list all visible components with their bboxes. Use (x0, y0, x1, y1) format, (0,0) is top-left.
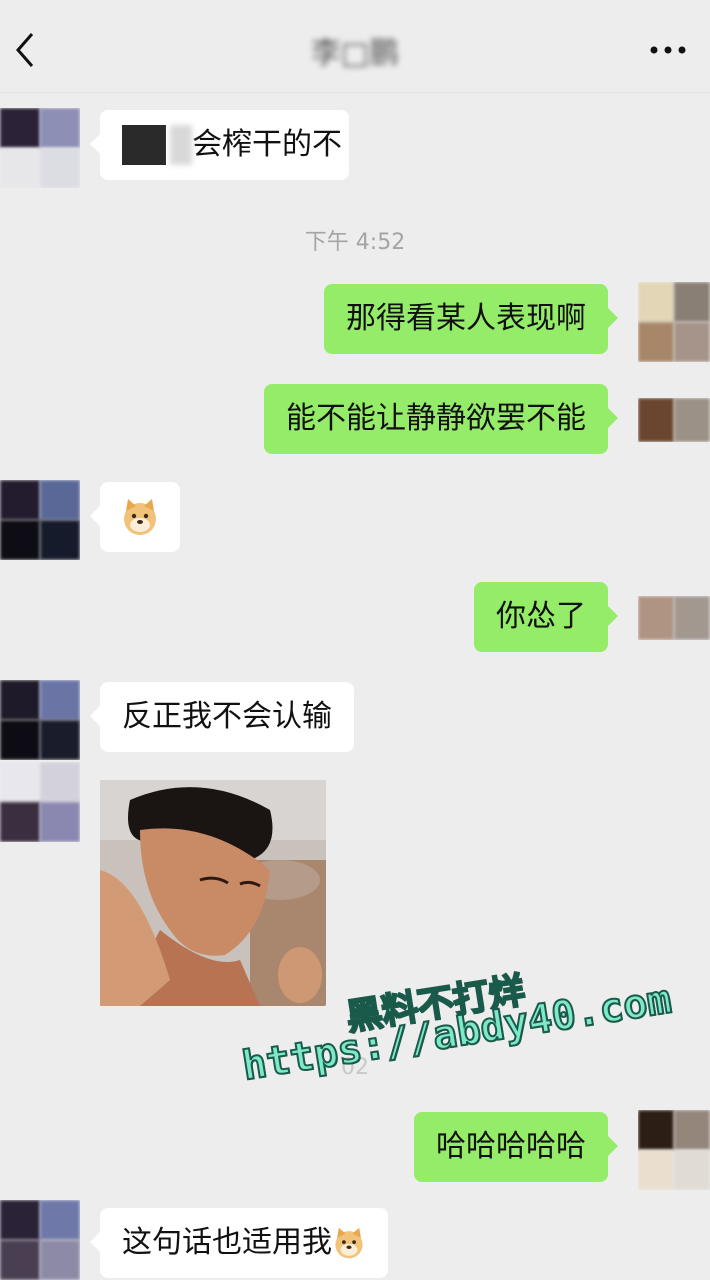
image-message[interactable] (100, 780, 326, 1006)
contact-avatar[interactable] (0, 680, 80, 760)
message-row: 反正我不会认输 (0, 680, 710, 760)
censored-area (122, 125, 166, 165)
message-text: 会榨干的不 (192, 127, 342, 162)
chat-header: 李□鹏 (0, 0, 710, 93)
doge-icon (124, 499, 156, 535)
chat-title: 李□鹏 (310, 36, 400, 71)
doge-icon (335, 1227, 363, 1259)
contact-avatar[interactable] (0, 480, 80, 560)
more-button[interactable] (648, 30, 688, 70)
timestamp: 下午 4:52 (304, 230, 406, 255)
my-avatar[interactable] (638, 596, 710, 640)
contact-avatar[interactable] (0, 108, 80, 188)
message-bubble[interactable]: 那得看某人表现啊 (324, 284, 618, 354)
message-bubble[interactable]: 反正我不会认输 (90, 682, 354, 752)
message-text: 反正我不会认输 (122, 699, 332, 734)
message-bubble[interactable]: 这句话也适用我 (90, 1208, 388, 1278)
contact-avatar[interactable] (0, 762, 80, 842)
message-bubble[interactable]: 能不能让静静欲罢不能 (264, 384, 618, 454)
message-bubble[interactable]: 哈哈哈哈哈 (414, 1112, 618, 1182)
photo-young-man (100, 780, 326, 1006)
message-text: 那得看某人表现啊 (346, 301, 586, 336)
message-text: 你怂了 (496, 599, 586, 634)
my-avatar[interactable] (638, 282, 710, 362)
message-text: 哈哈哈哈哈 (436, 1129, 586, 1164)
my-avatar[interactable] (638, 398, 710, 442)
message-bubble[interactable] (90, 482, 180, 552)
message-text: 能不能让静静欲罢不能 (286, 401, 586, 436)
message-row: 那得看某人表现啊 (0, 282, 710, 362)
message-bubble[interactable]: 你怂了 (474, 582, 618, 652)
message-row: 你怂了 (0, 580, 710, 660)
message-row: 哈哈哈哈哈 (0, 1110, 710, 1190)
ellipsis-icon (650, 46, 686, 54)
contact-avatar[interactable] (0, 1200, 80, 1280)
message-bubble[interactable]: 会榨干的不 (90, 110, 349, 180)
message-row: 能不能让静静欲罢不能 (0, 382, 710, 462)
message-row: 这句话也适用我 (0, 1200, 710, 1280)
message-row: 会榨干的不 (0, 108, 710, 188)
message-text: 这句话也适用我 (122, 1225, 332, 1260)
censored-area (170, 125, 192, 165)
message-row (0, 480, 710, 560)
my-avatar[interactable] (638, 1110, 710, 1190)
